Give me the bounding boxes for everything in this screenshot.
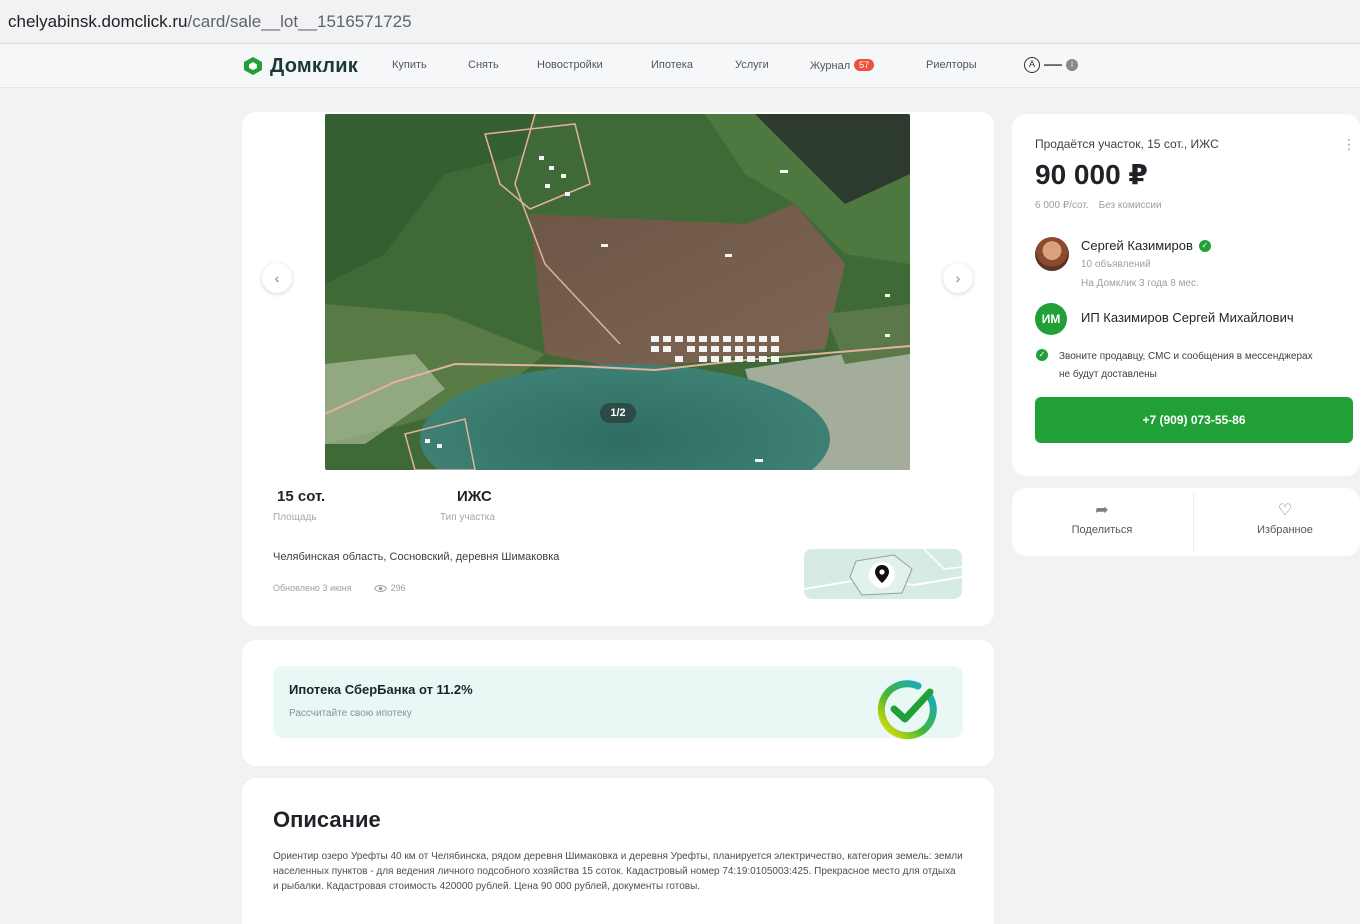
seller-avatar[interactable] bbox=[1035, 237, 1069, 271]
browser-address-bar[interactable]: chelyabinsk.domclick.ru/card/sale__lot__… bbox=[0, 0, 1360, 44]
eye-icon bbox=[373, 584, 387, 592]
price-details: 6 000 ₽/сот. Без комиссии bbox=[1035, 200, 1162, 211]
heart-icon: ♡ bbox=[1277, 502, 1293, 519]
domclick-logo-icon bbox=[244, 57, 262, 75]
seller-ads-count[interactable]: 10 объявлений bbox=[1081, 259, 1151, 270]
nav-rent[interactable]: Снять bbox=[468, 59, 499, 71]
price: 90 000 ₽ bbox=[1035, 159, 1148, 190]
photo-counter: 1/2 bbox=[600, 403, 636, 423]
sberbank-logo-icon bbox=[877, 680, 937, 740]
shield-check-icon: ✓ bbox=[1036, 349, 1048, 361]
company-name[interactable]: ИП Казимиров Сергей Михайлович bbox=[1081, 310, 1294, 325]
mortgage-title: Ипотека СберБанка от 11.2% bbox=[289, 682, 473, 697]
views-counter: 296 bbox=[373, 583, 406, 593]
seller-name-row[interactable]: Сергей Казимиров ✓ bbox=[1081, 238, 1211, 253]
more-options-icon[interactable]: ⋮ bbox=[1342, 136, 1356, 153]
company-avatar: ИМ bbox=[1035, 303, 1067, 335]
contact-notice: Звоните продавцу, СМС и сообщения в месс… bbox=[1059, 351, 1313, 380]
share-label: Поделиться bbox=[1071, 524, 1133, 536]
attr-type-label: Тип участка bbox=[440, 512, 495, 523]
nav-realtors[interactable]: Риелторы bbox=[926, 59, 977, 71]
journal-count-badge: 57 bbox=[854, 59, 875, 71]
url-host: chelyabinsk.domclick.ru bbox=[8, 12, 188, 31]
seller-name: Сергей Казимиров bbox=[1081, 238, 1193, 253]
favorite-label: Избранное bbox=[1257, 524, 1313, 536]
info-icon: i bbox=[1066, 59, 1078, 71]
share-button[interactable]: ➦ Поделиться bbox=[1027, 500, 1177, 536]
chevron-right-icon: › bbox=[955, 270, 961, 286]
partner-logo-icon: A bbox=[1024, 57, 1040, 73]
top-navigation: Домклик Купить Снять Новостройки Ипотека… bbox=[0, 44, 1360, 88]
attr-area-label: Площадь bbox=[273, 512, 317, 523]
commission-info: Без комиссии bbox=[1098, 200, 1162, 211]
nav-journal[interactable]: Журнал 57 bbox=[810, 59, 875, 72]
verified-check-icon: ✓ bbox=[1198, 239, 1211, 252]
description-text: Ориентир озеро Урефты 40 км от Челябинск… bbox=[273, 851, 963, 892]
chevron-left-icon: ‹ bbox=[274, 270, 280, 286]
attr-area-value: 15 сот. bbox=[277, 488, 326, 505]
gallery-next-button[interactable]: › bbox=[943, 263, 973, 293]
gallery-prev-button[interactable]: ‹ bbox=[262, 263, 292, 293]
partner-logo-mark: ▬▬▬ bbox=[1044, 61, 1062, 68]
listing-address: Челябинская область, Сосновский, деревня… bbox=[273, 551, 560, 563]
mortgage-calc-link[interactable]: Рассчитайте свою ипотеку bbox=[289, 708, 412, 719]
actions-divider bbox=[1193, 492, 1194, 552]
domclick-logo[interactable]: Домклик bbox=[242, 54, 358, 78]
views-count: 296 bbox=[390, 583, 406, 593]
listing-meta: Обновлено 3 июня 296 bbox=[273, 583, 406, 593]
nav-new-buildings[interactable]: Новостройки bbox=[537, 59, 603, 71]
nav-services[interactable]: Услуги bbox=[735, 59, 769, 71]
logo-text: Домклик bbox=[270, 54, 358, 77]
map-pin-icon bbox=[875, 565, 889, 583]
show-phone-button[interactable]: +7 (909) 073-55-86 bbox=[1035, 397, 1353, 443]
description-title: Описание bbox=[273, 807, 381, 832]
nav-mortgage[interactable]: Ипотека bbox=[651, 59, 693, 71]
seller-since: На Домклик 3 года 8 мес. bbox=[1081, 278, 1199, 289]
url-text[interactable]: chelyabinsk.domclick.ru/card/sale__lot__… bbox=[8, 12, 412, 32]
attr-type-value: ИЖС bbox=[457, 488, 492, 505]
offer-title: Продаётся участок, 15 сот., ИЖС bbox=[1035, 137, 1219, 151]
updated-date: Обновлено 3 июня bbox=[273, 583, 352, 593]
nav-journal-label: Журнал bbox=[810, 60, 851, 72]
mortgage-banner[interactable] bbox=[273, 666, 963, 738]
share-icon: ➦ bbox=[1095, 502, 1109, 519]
url-path: /card/sale__lot__1516571725 bbox=[187, 12, 412, 31]
nav-buy[interactable]: Купить bbox=[392, 59, 427, 71]
favorite-button[interactable]: ♡ Избранное bbox=[1210, 500, 1360, 536]
price-per-unit: 6 000 ₽/сот. bbox=[1035, 200, 1089, 211]
location-minimap[interactable] bbox=[804, 549, 962, 599]
partner-logo[interactable]: A ▬▬▬ i bbox=[1024, 56, 1078, 74]
